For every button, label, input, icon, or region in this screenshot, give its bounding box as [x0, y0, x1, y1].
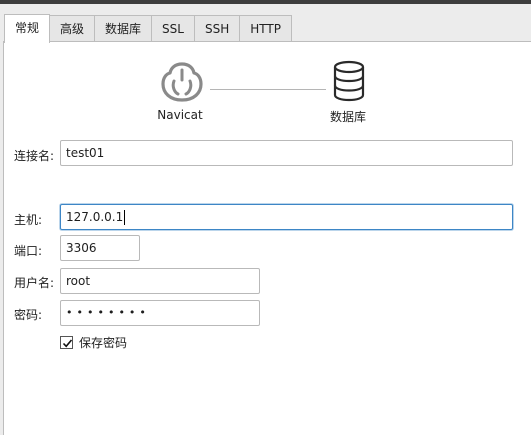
- port-label: 端口:: [14, 244, 43, 258]
- tab-advanced[interactable]: 高级: [49, 15, 96, 42]
- username-label: 用户名:: [14, 276, 55, 290]
- connection-line: [210, 89, 326, 90]
- database-icon: [333, 60, 365, 102]
- title-bar-strip: [0, 0, 531, 4]
- tab-bar: 常规 高级 数据库 SSL SSH HTTP: [4, 14, 292, 43]
- save-password-checkbox[interactable]: [60, 336, 73, 349]
- tab-ssh[interactable]: SSH: [193, 15, 241, 42]
- username-input[interactable]: root: [60, 268, 260, 294]
- connection-name-input[interactable]: test01: [60, 140, 513, 166]
- connection-name-label: 连接名:: [14, 149, 55, 163]
- connection-dialog: 常规 高级 数据库 SSL SSH HTTP Navicat 数据库 连接名: …: [0, 0, 531, 435]
- text-caret: [124, 210, 126, 225]
- connection-diagram: Navicat 数据库: [4, 42, 531, 142]
- tab-http[interactable]: HTTP: [239, 15, 292, 42]
- save-password-label: 保存密码: [79, 336, 128, 350]
- password-label: 密码:: [14, 308, 43, 322]
- check-icon: [62, 339, 73, 348]
- tab-databases[interactable]: 数据库: [94, 15, 153, 42]
- save-password-row[interactable]: 保存密码: [60, 334, 127, 351]
- host-input[interactable]: 127.0.0.1: [60, 204, 513, 230]
- navicat-logo-icon: [161, 62, 203, 102]
- tab-ssl[interactable]: SSL: [151, 15, 195, 42]
- client-label: Navicat: [157, 108, 203, 122]
- password-input[interactable]: ••••••••: [60, 300, 260, 326]
- tab-general[interactable]: 常规: [4, 14, 51, 43]
- port-input[interactable]: 3306: [60, 235, 140, 261]
- server-label: 数据库: [329, 110, 367, 124]
- host-value: 127.0.0.1: [66, 210, 124, 224]
- general-tab-panel: Navicat 数据库 连接名: test01 主机: 127.0.0.1 端口…: [3, 41, 531, 435]
- host-label: 主机:: [14, 213, 43, 227]
